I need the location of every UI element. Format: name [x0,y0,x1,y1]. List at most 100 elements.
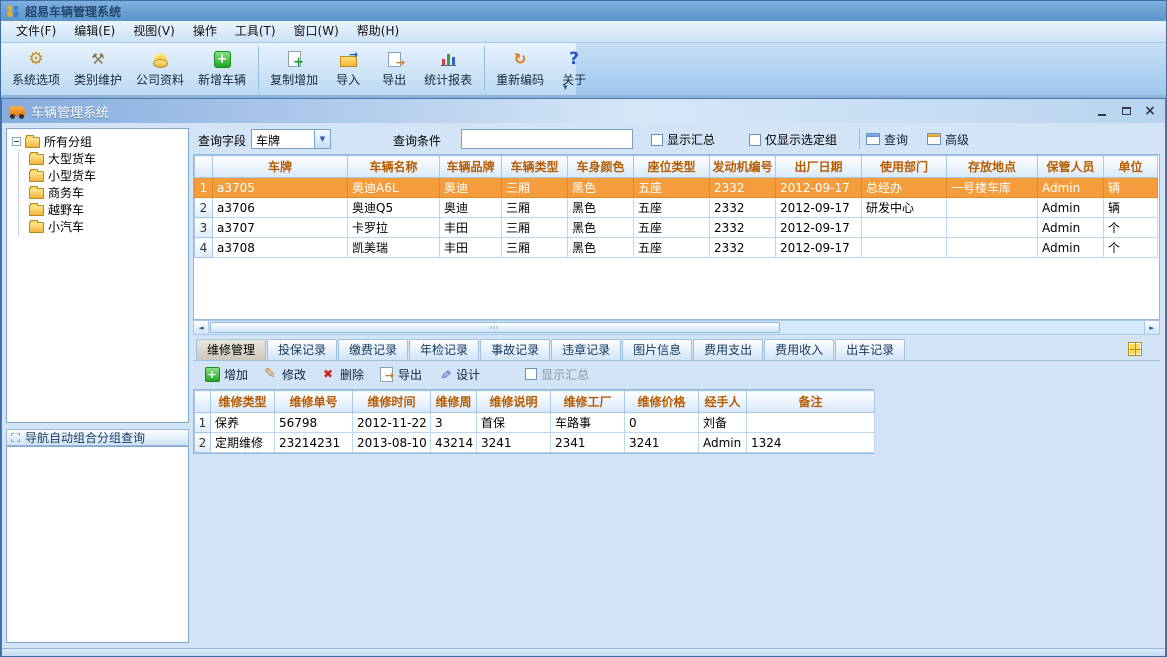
column-header[interactable]: 座位类型 [634,156,710,178]
detail-toolbar-button[interactable]: 设计 [429,364,487,385]
cell-name[interactable]: 凯美瑞 [348,238,440,258]
cell-plate[interactable]: a3705 [213,178,348,198]
nav-group-query-bar[interactable]: 导航自动组合分组查询 [6,429,189,446]
cell-department[interactable] [862,238,947,258]
cell-repair-factory[interactable]: 车路事 [551,413,625,433]
cell-unit[interactable]: 个 [1104,218,1158,238]
cell-brand[interactable]: 丰田 [440,218,502,238]
cell-handler[interactable]: 刘备 [699,413,747,433]
cell-repair-type[interactable]: 保养 [211,413,275,433]
detail-tab[interactable]: 维修管理 [196,339,266,360]
column-header[interactable]: 发动机编号 [710,156,776,178]
checkbox-icon[interactable] [749,134,761,146]
toolbar-button[interactable]: 关于 [551,46,597,90]
cell-engine-no[interactable]: 2332 [710,218,776,238]
cell-color[interactable]: 黑色 [568,238,634,258]
toolbar-overflow-icon[interactable]: ▾ [563,83,568,93]
cell-factory-date[interactable]: 2012-09-17 [776,178,862,198]
toolbar-button[interactable]: 复制增加 [258,46,325,90]
menu-item[interactable]: 窗口(W) [285,21,348,42]
column-header[interactable]: 维修类型 [211,391,275,413]
column-header[interactable]: 使用部门 [862,156,947,178]
scroll-right-icon[interactable]: ► [1144,321,1159,334]
toolbar-button[interactable]: 重新编码 [484,46,551,90]
cell-keeper[interactable]: Admin [1038,178,1104,198]
cell-repair-factory[interactable]: 2341 [551,433,625,453]
cell-keeper[interactable]: Admin [1038,238,1104,258]
column-header[interactable]: 车辆名称 [348,156,440,178]
detail-show-summary-checkbox[interactable]: 显示汇总 [525,366,589,383]
repair-row[interactable]: 1 保养 56798 2012-11-22 3 首保 车路事 0 刘备 [195,413,875,433]
inner-titlebar[interactable]: 车辆管理系统 × [2,99,1165,123]
detail-toolbar-button[interactable]: 修改 [255,364,313,385]
cell-repair-price[interactable]: 0 [625,413,699,433]
maximize-button[interactable] [1118,104,1134,119]
cell-engine-no[interactable]: 2332 [710,238,776,258]
column-header[interactable]: 车身颜色 [568,156,634,178]
column-header[interactable]: 车辆品牌 [440,156,502,178]
cell-brand[interactable]: 奥迪 [440,198,502,218]
vehicle-row[interactable]: 4 a3708 凯美瑞 丰田 三厢 黑色 五座 2332 2012-09-17 [195,238,1158,258]
cell-engine-no[interactable]: 2332 [710,178,776,198]
cell-location[interactable] [947,238,1038,258]
detail-toolbar-button[interactable]: 增加 [197,364,255,385]
column-header[interactable]: 单位 [1104,156,1158,178]
column-header[interactable]: 维修周 [431,391,477,413]
toolbar-button[interactable]: 导入 [325,46,371,90]
minimize-button[interactable] [1094,104,1110,119]
cell-repair-cycle[interactable]: 43214 [431,433,477,453]
cell-unit[interactable]: 辆 [1104,198,1158,218]
detail-tab[interactable]: 费用支出 [693,339,763,360]
column-header[interactable]: 备注 [747,391,875,413]
tree-root-all-groups[interactable]: 所有分组 [9,133,186,150]
vehicle-row[interactable]: 3 a3707 卡罗拉 丰田 三厢 黑色 五座 2332 2012-09-17 [195,218,1158,238]
column-header[interactable]: 出厂日期 [776,156,862,178]
cell-repair-no[interactable]: 23214231 [275,433,353,453]
column-header[interactable]: 维修工厂 [551,391,625,413]
cell-type[interactable]: 三厢 [502,238,568,258]
cell-remark[interactable] [747,413,875,433]
detail-tab[interactable]: 费用收入 [764,339,834,360]
tree-item[interactable]: 商务车 [26,184,186,201]
column-header[interactable]: 维修说明 [477,391,551,413]
cell-repair-date[interactable]: 2012-11-22 [353,413,431,433]
cell-name[interactable]: 奥迪A6L [348,178,440,198]
detail-tab[interactable]: 事故记录 [480,339,550,360]
menu-item[interactable]: 操作 [184,21,226,42]
toolbar-button[interactable]: 公司资料 [129,46,191,90]
cell-repair-cycle[interactable]: 3 [431,413,477,433]
cell-name[interactable]: 奥迪Q5 [348,198,440,218]
close-button[interactable]: × [1142,104,1158,119]
toolbar-button[interactable]: 导出 [371,46,417,90]
cell-handler[interactable]: Admin [699,433,747,453]
search-button[interactable]: 查询 [859,129,914,149]
cell-repair-date[interactable]: 2013-08-10 [353,433,431,453]
only-selected-group-checkbox[interactable]: 仅显示选定组 [749,131,837,148]
vehicle-row[interactable]: 1 a3705 奥迪A6L 奥迪 三厢 黑色 五座 2332 2012-09-1 [195,178,1158,198]
column-header[interactable]: 车辆类型 [502,156,568,178]
cell-factory-date[interactable]: 2012-09-17 [776,238,862,258]
cell-department[interactable] [862,218,947,238]
cell-keeper[interactable]: Admin [1038,198,1104,218]
tree-item[interactable]: 小型货车 [26,167,186,184]
tree-item[interactable]: 小汽车 [26,218,186,235]
cell-factory-date[interactable]: 2012-09-17 [776,218,862,238]
cell-seats[interactable]: 五座 [634,198,710,218]
menu-item[interactable]: 帮助(H) [348,21,408,42]
cell-location[interactable]: 一号楼车库 [947,178,1038,198]
cell-location[interactable] [947,218,1038,238]
cell-repair-no[interactable]: 56798 [275,413,353,433]
column-header[interactable]: 存放地点 [947,156,1038,178]
column-header[interactable]: 维修价格 [625,391,699,413]
show-summary-checkbox[interactable]: 显示汇总 [651,131,715,148]
cell-brand[interactable]: 奥迪 [440,178,502,198]
column-header[interactable]: 维修单号 [275,391,353,413]
cell-seats[interactable]: 五座 [634,218,710,238]
cell-engine-no[interactable]: 2332 [710,198,776,218]
cell-plate[interactable]: a3708 [213,238,348,258]
menu-item[interactable]: 工具(T) [226,21,285,42]
scrollbar-thumb[interactable] [210,322,780,333]
tree-item[interactable]: 越野车 [26,201,186,218]
scroll-left-icon[interactable]: ◄ [194,321,209,334]
cell-type[interactable]: 三厢 [502,218,568,238]
